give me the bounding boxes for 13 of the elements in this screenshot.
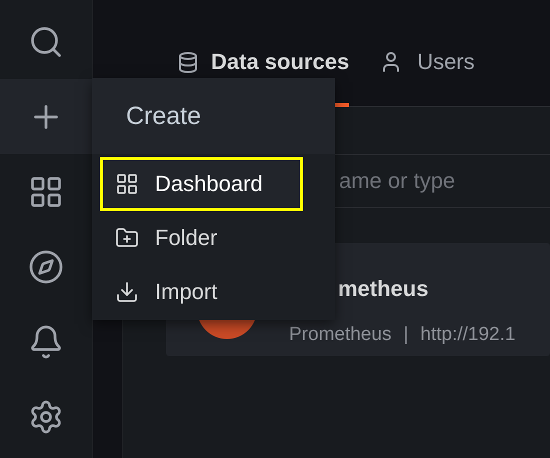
datasource-url: http://192.1: [420, 324, 516, 346]
menu-item[interactable]: Dashboard: [100, 157, 303, 211]
tab[interactable]: Users: [379, 49, 475, 107]
datasource-type: Prometheus: [289, 324, 392, 346]
database-icon: [179, 52, 197, 72]
bell-icon: [28, 324, 64, 360]
compass-icon: [28, 248, 64, 284]
grid-icon: [115, 172, 139, 196]
datasource-name: metheus: [338, 276, 430, 302]
menu-title: Create: [126, 102, 202, 130]
separator: |: [403, 324, 408, 346]
download-icon: [115, 280, 139, 304]
folder-plus-icon: [115, 226, 139, 250]
